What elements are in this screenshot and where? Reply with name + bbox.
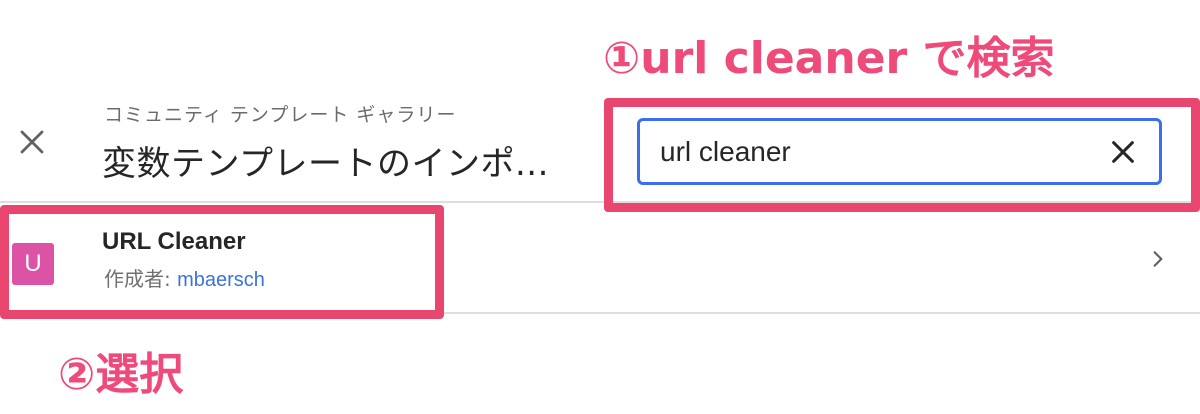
author-link[interactable]: mbaersch (177, 269, 265, 291)
chevron-right-icon (1146, 247, 1170, 271)
search-box (637, 118, 1162, 185)
close-button[interactable] (12, 120, 52, 164)
divider (0, 312, 1200, 314)
template-result-row[interactable]: U URL Cleaner 作成者: mbaersch (0, 203, 1200, 312)
clear-search-button[interactable] (1107, 136, 1139, 168)
template-name: URL Cleaner (102, 228, 246, 255)
author-label: 作成者: (104, 267, 178, 291)
template-avatar: U (12, 243, 54, 285)
step2-annotation: ②選択 (58, 349, 184, 400)
page-title: 変数テンプレートのインポ... (102, 144, 549, 184)
close-icon (20, 130, 44, 154)
template-author: 作成者: mbaersch (104, 263, 265, 292)
step1-annotation: ①url cleaner で検索 (603, 33, 1055, 84)
clear-icon (1112, 141, 1134, 163)
search-input[interactable] (660, 133, 1090, 171)
gallery-subtitle: コミュニティ テンプレート ギャラリー (104, 104, 457, 126)
